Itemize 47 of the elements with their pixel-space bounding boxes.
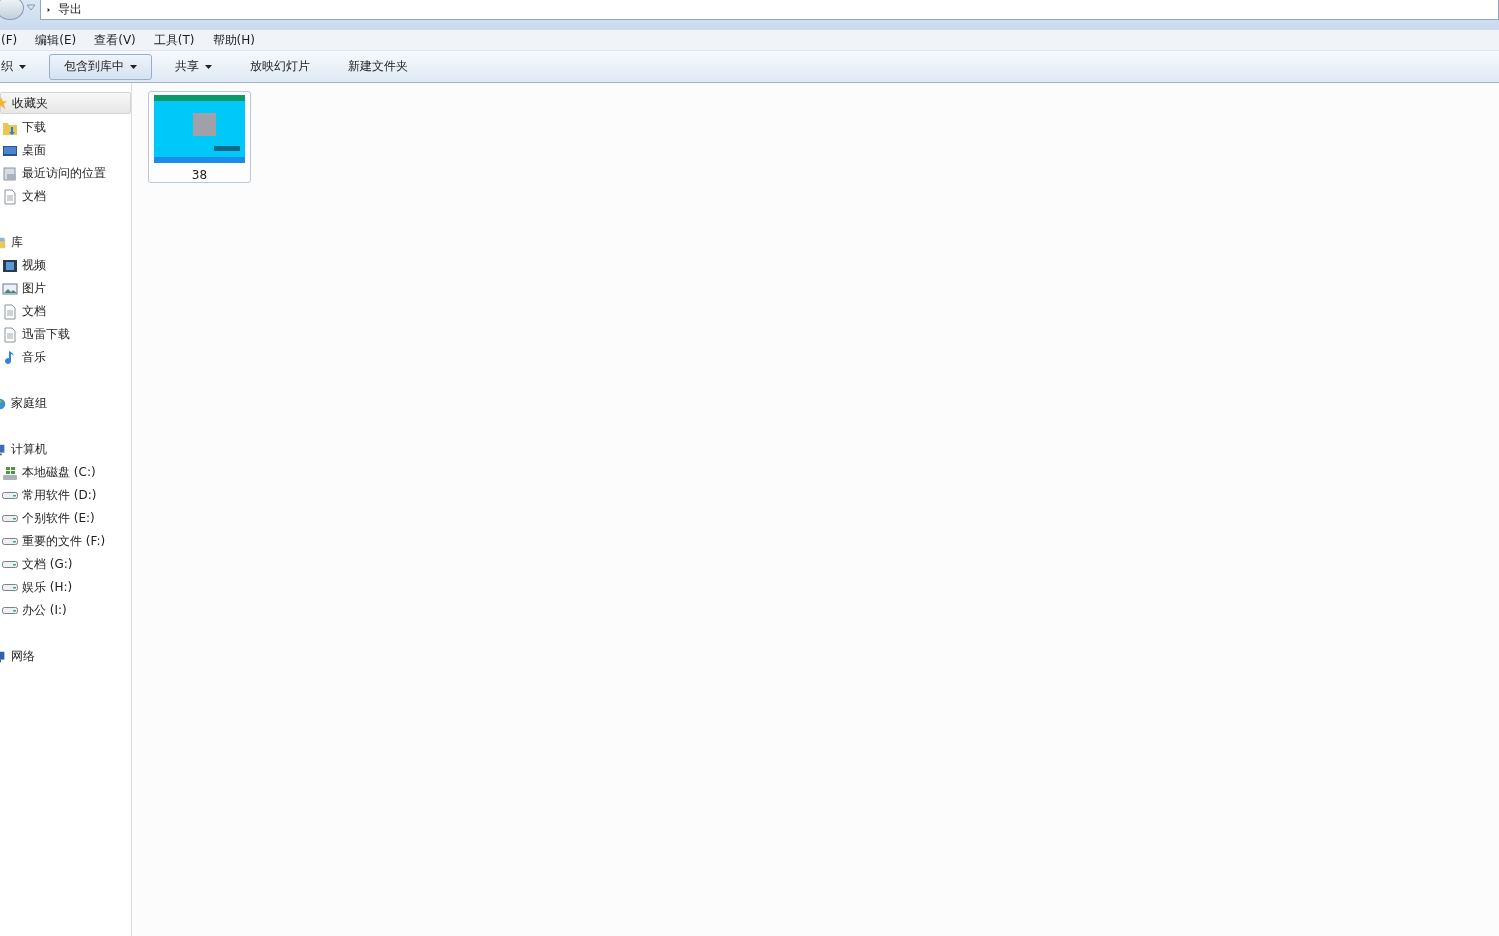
toolbar-button[interactable]: 放映幻灯片 [235,53,325,80]
drive-icon [2,561,18,568]
toolbar-button[interactable]: 新建文件夹 [333,53,423,80]
sidebar-item[interactable]: 文档 [0,185,131,208]
menu-item[interactable]: 查看(V) [93,31,137,49]
toolbar-button[interactable]: 包含到库中 [49,53,152,80]
picture-icon [2,280,18,297]
sidebar-item[interactable]: 娱乐 (H:) [0,576,131,599]
drive-icon [2,607,18,614]
file-name: 38 [191,168,208,182]
sidebar-item[interactable]: 迅雷下载 [0,323,131,346]
toolbar-button[interactable]: 织 [0,53,41,80]
menu-item[interactable]: 工具(T) [152,31,196,49]
menu-item[interactable]: 编辑(E) [34,31,78,49]
breadcrumb[interactable]: 导出 [58,1,82,18]
sidebar-item[interactable]: 本地磁盘 (C:) [0,461,131,484]
sidebar-item[interactable]: 办公 (I:) [0,599,131,622]
drive-icon [2,538,18,545]
sidebar-item[interactable]: 家庭组 [0,392,129,415]
sidebar-item[interactable]: 网络 [0,645,129,668]
dropdown-icon[interactable] [26,2,36,12]
sidebar-item[interactable]: 库 [0,231,129,254]
drive-icon [2,515,18,522]
menu-item[interactable]: (F) [0,33,19,47]
sidebar-item[interactable]: 视频 [0,254,131,277]
sidebar-item[interactable]: 计算机 [0,438,129,461]
sidebar-item[interactable]: 收藏夹 [0,92,131,114]
menu-item[interactable]: 帮助(H) [211,31,256,49]
sidebar-item[interactable]: 桌面 [0,139,131,162]
sidebar-item[interactable]: 最近访问的位置 [0,162,131,185]
drive-icon [2,584,18,591]
address-bar[interactable]: 导出 [40,0,1499,20]
toolbar-button[interactable]: 共享 [160,53,227,80]
sidebar-item[interactable]: 下载 [0,116,131,139]
system-drive-icon [2,464,18,481]
sidebar-item[interactable]: 文档 [0,300,131,323]
file-item[interactable]: 38 [148,91,251,183]
sidebar-item[interactable]: 常用软件 (D:) [0,484,131,507]
sidebar-item[interactable]: 音乐 [0,346,131,369]
back-button[interactable] [0,0,24,20]
breadcrumb-arrow-icon[interactable] [45,7,52,12]
sidebar-item[interactable]: 图片 [0,277,131,300]
sidebar-item[interactable]: 文档 (G:) [0,553,131,576]
drive-icon [2,492,18,499]
sidebar-item[interactable]: 个别软件 (E:) [0,507,131,530]
sidebar-item[interactable]: 重要的文件 (F:) [0,530,131,553]
film-icon [2,257,18,274]
